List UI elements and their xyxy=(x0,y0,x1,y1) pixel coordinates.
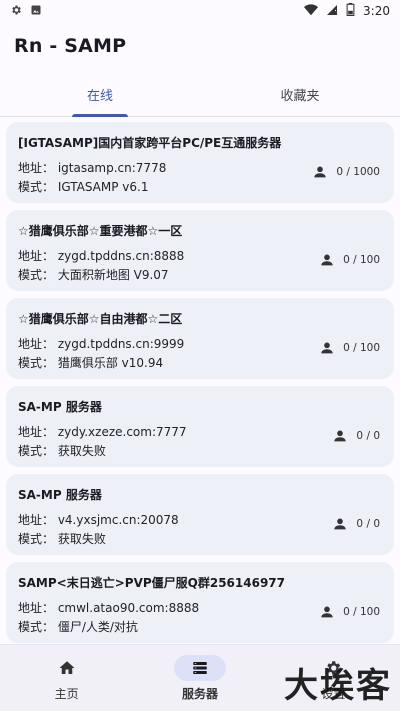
server-address: 地址： igtasamp.cn:7778 xyxy=(18,161,167,175)
player-count: 0 / 100 xyxy=(319,252,380,268)
player-count-value: 0 / 0 xyxy=(356,430,380,442)
app-title: Rn - SAMP xyxy=(14,35,127,57)
server-address: 地址： zygd.tpddns.cn:9999 xyxy=(18,337,185,351)
status-bar: 3:20 xyxy=(0,0,400,22)
server-name: SA-MP 服务器 xyxy=(18,488,102,502)
server-card[interactable]: ☆猎鹰俱乐部☆重要港都☆一区 地址： zygd.tpddns.cn:8888 模… xyxy=(6,210,394,291)
server-card[interactable]: ☆猎鹰俱乐部☆自由港都☆二区 地址： zygd.tpddns.cn:9999 模… xyxy=(6,298,394,379)
server-address: 地址： zygd.tpddns.cn:8888 xyxy=(18,249,185,263)
server-card[interactable]: SA-MP 服务器 地址： v4.yxsjmc.cn:20078 模式： 获取失… xyxy=(6,474,394,555)
person-icon xyxy=(332,516,348,532)
wifi-icon xyxy=(304,3,319,19)
tab-favorites[interactable]: 收藏夹 xyxy=(200,72,400,116)
person-icon xyxy=(319,340,335,356)
server-name: [IGTASAMP]国内首家跨平台PC/PE互通服务器 xyxy=(18,136,282,150)
server-mode: 模式： 大面积新地图 V9.07 xyxy=(18,268,169,282)
server-card[interactable]: SAMP<末日逃亡>PVP僵尸服Q群256146977 地址： cmwl.ata… xyxy=(6,562,394,643)
list-icon xyxy=(173,655,226,681)
tab-label: 收藏夹 xyxy=(280,88,320,104)
watermark-logo: 大埃客 xyxy=(284,666,392,706)
tab-online[interactable]: 在线 xyxy=(0,72,200,116)
server-mode: 模式： 获取失败 xyxy=(18,444,106,458)
person-icon xyxy=(319,604,335,620)
server-list[interactable]: [IGTASAMP]国内首家跨平台PC/PE互通服务器 地址： igtasamp… xyxy=(0,118,400,645)
battery-icon xyxy=(346,3,355,19)
server-card[interactable]: SA-MP 服务器 地址： zydy.xzeze.com:7777 模式： 获取… xyxy=(6,386,394,467)
nav-label: 服务器 xyxy=(181,687,218,701)
signal-icon xyxy=(326,4,338,19)
server-name: SAMP<末日逃亡>PVP僵尸服Q群256146977 xyxy=(18,576,286,590)
gear-icon xyxy=(10,4,22,19)
server-name: SA-MP 服务器 xyxy=(18,400,102,414)
server-mode: 模式： IGTASAMP v6.1 xyxy=(18,180,149,194)
player-count: 0 / 0 xyxy=(332,428,380,444)
clock-time: 3:20 xyxy=(363,4,390,18)
server-mode: 模式： 猎鹰俱乐部 v10.94 xyxy=(18,356,164,370)
server-name: ☆猎鹰俱乐部☆自由港都☆二区 xyxy=(18,312,183,326)
nav-servers[interactable]: 服务器 xyxy=(133,645,266,711)
app-bar: Rn - SAMP xyxy=(0,22,400,70)
server-address: 地址： v4.yxsjmc.cn:20078 xyxy=(18,513,179,527)
player-count: 0 / 100 xyxy=(319,340,380,356)
server-name: ☆猎鹰俱乐部☆重要港都☆一区 xyxy=(18,224,183,238)
image-icon xyxy=(30,4,42,19)
tab-bar: 在线 收藏夹 xyxy=(0,72,400,117)
player-count-value: 0 / 100 xyxy=(343,254,380,266)
tab-label: 在线 xyxy=(86,88,113,104)
person-icon xyxy=(319,252,335,268)
nav-label: 主页 xyxy=(54,687,79,701)
player-count-value: 0 / 0 xyxy=(356,518,380,530)
player-count-value: 0 / 1000 xyxy=(336,166,380,178)
player-count-value: 0 / 100 xyxy=(343,342,380,354)
server-card[interactable]: [IGTASAMP]国内首家跨平台PC/PE互通服务器 地址： igtasamp… xyxy=(6,122,394,203)
person-icon xyxy=(332,428,348,444)
server-mode: 模式： 僵尸/人类/对抗 xyxy=(18,620,138,634)
server-address: 地址： zydy.xzeze.com:7777 xyxy=(18,425,187,439)
server-mode: 模式： 获取失败 xyxy=(18,532,106,546)
player-count-value: 0 / 100 xyxy=(343,606,380,618)
player-count: 0 / 0 xyxy=(332,516,380,532)
player-count: 0 / 100 xyxy=(319,604,380,620)
server-address: 地址： cmwl.atao90.com:8888 xyxy=(18,601,200,615)
player-count: 0 / 1000 xyxy=(312,164,380,180)
nav-home[interactable]: 主页 xyxy=(0,645,133,711)
person-icon xyxy=(312,164,328,180)
home-icon xyxy=(41,655,93,681)
